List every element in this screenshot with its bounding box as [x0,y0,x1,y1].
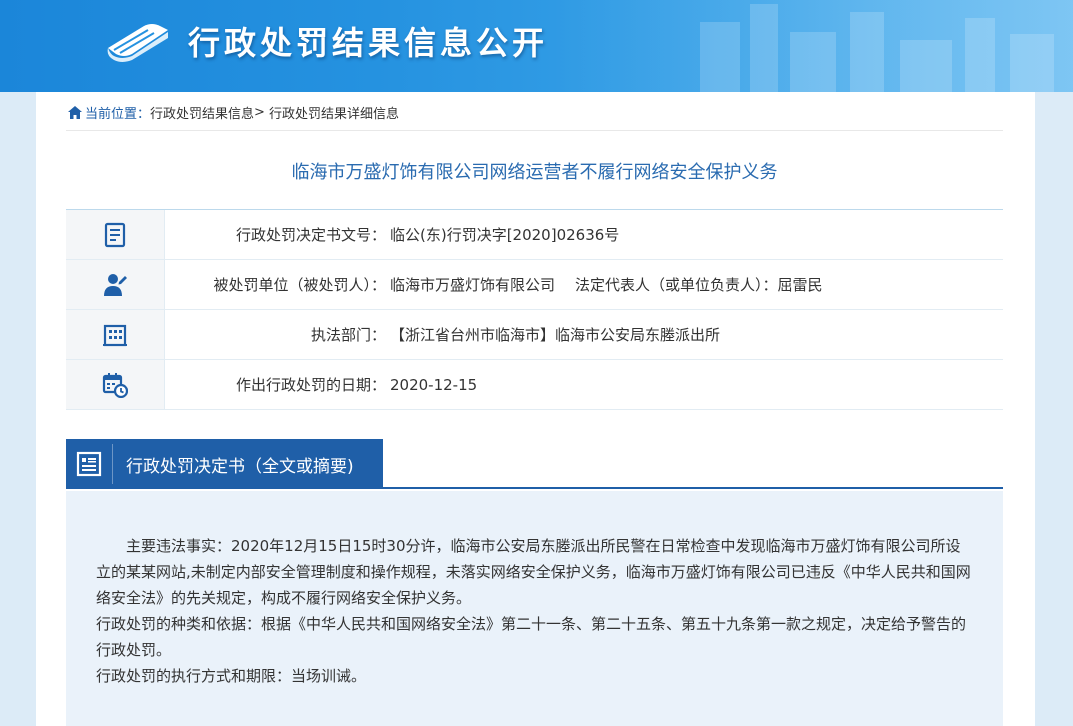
calendar-clock-icon [102,372,128,398]
penalty-basis-paragraph: 行政处罚的种类和依据：根据《中华人民共和国网络安全法》第二十一条、第二十五条、第… [96,615,967,659]
breadcrumb-separator: > [254,104,265,120]
banner-title: 行政处罚结果信息公开 [188,24,549,62]
breadcrumb-current-label: 当前位置： [85,106,151,122]
decision-date-label: 作出行政处罚的日期： [235,376,386,394]
violation-facts-paragraph: 主要违法事实：2020年12月15日15时30分许，临海市公安局东塍派出所民警在… [96,537,971,607]
decision-section-tab: 行政处罚决定书（全文或摘要) [66,439,383,489]
info-row-decision-number: 行政处罚决定书文号： 临公(东)行罚决字[2020]02636号 [66,210,1003,260]
book-stack-icon [107,24,168,62]
banner: 行政处罚结果信息公开 [0,0,1073,92]
right-decoration [1035,92,1073,726]
breadcrumb-item-detail[interactable]: 行政处罚结果详细信息 [269,103,399,122]
page-title: 临海市万盛灯饰有限公司网络运营者不履行网络安全保护义务 [291,162,778,183]
content-card: 当前位置： 行政处罚结果信息 > 行政处罚结果详细信息 临海市万盛灯饰有限公司网… [36,92,1035,726]
decision-content: 主要违法事实：2020年12月15日15时30分许，临海市公安局东塍派出所民警在… [66,491,1003,726]
document-icon [104,222,126,247]
building-icon [103,324,127,346]
punished-party-label: 被处罚单位（被处罚人）： [213,276,386,294]
enforcement-dept-label: 执法部门： [310,326,386,344]
info-row-enforcement-dept: 执法部门： 【浙江省台州市临海市】临海市公安局东塍派出所 [66,310,1003,360]
left-decoration [0,92,36,726]
decision-number-value: 临公(东)行罚决字[2020]02636号 [390,226,620,244]
document-list-icon [76,451,102,477]
legal-representative-value: 屈雷民 [777,276,823,294]
person-icon [104,273,127,296]
info-row-decision-date: 作出行政处罚的日期： 2020-12-15 [66,360,1003,410]
penalty-execution-paragraph: 行政处罚的执行方式和期限：当场训诫。 [96,667,367,685]
punished-party-value: 临海市万盛灯饰有限公司 [390,276,556,294]
enforcement-dept-value: 【浙江省台州市临海市】临海市公安局东塍派出所 [390,326,721,344]
decision-section-header: 行政处罚决定书（全文或摘要) [66,439,1003,489]
breadcrumb: 当前位置： 行政处罚结果信息 > 行政处罚结果详细信息 [68,102,399,122]
decision-number-label: 行政处罚决定书文号： [235,226,386,244]
info-table: 行政处罚决定书文号： 临公(东)行罚决字[2020]02636号 被处罚单位（被… [66,209,1003,410]
legal-representative-label: 法定代表人（或单位负责人）： [575,276,778,294]
home-icon [68,105,82,119]
breadcrumb-item-list[interactable]: 行政处罚结果信息 [150,103,254,122]
decision-section-heading: 行政处罚决定书（全文或摘要) [126,456,354,477]
breadcrumb-divider [66,130,1003,131]
info-row-punished-party: 被处罚单位（被处罚人）： 临海市万盛灯饰有限公司 法定代表人（或单位负责人）： … [66,260,1003,310]
decision-date-value: 2020-12-15 [390,375,478,394]
